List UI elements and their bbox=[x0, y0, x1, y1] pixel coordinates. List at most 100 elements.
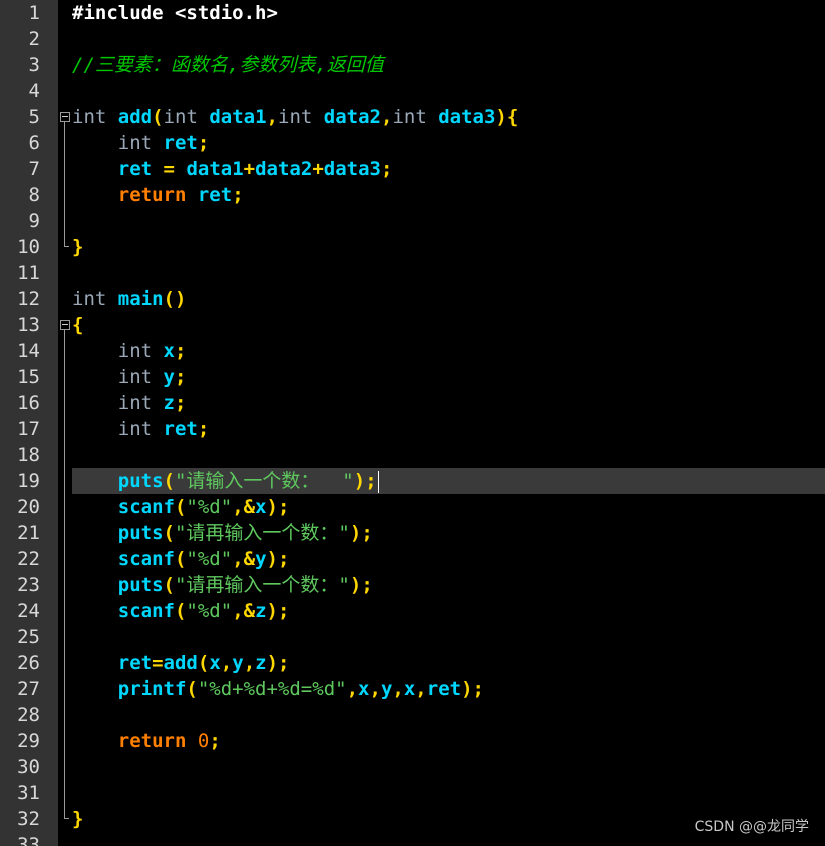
code-text[interactable] bbox=[72, 442, 825, 468]
code-lines[interactable]: 1 #include <stdio.h> 2 3//三要素：函数名,参数列表,返回值 4… bbox=[0, 0, 825, 846]
code-text[interactable] bbox=[72, 208, 825, 234]
fold-marker bbox=[58, 494, 72, 520]
line-number: 30 bbox=[17, 756, 40, 778]
fold-marker[interactable] bbox=[58, 104, 72, 130]
code-line[interactable]: 14 int x; bbox=[0, 338, 825, 364]
code-text[interactable]: return ret; bbox=[72, 182, 825, 208]
code-text[interactable]: int ret; bbox=[72, 416, 825, 442]
code-text[interactable]: int main() bbox=[72, 286, 825, 312]
code-line[interactable]: 6 int ret; bbox=[0, 130, 825, 156]
code-text[interactable]: scanf("%d",&z); bbox=[72, 598, 825, 624]
code-line[interactable]: 15 int y; bbox=[0, 364, 825, 390]
code-line[interactable]: 2 bbox=[0, 26, 825, 52]
code-line[interactable]: 26 ret=add(x,y,z); bbox=[0, 650, 825, 676]
code-text[interactable]: } bbox=[72, 234, 825, 260]
token-sp bbox=[72, 418, 118, 440]
code-line[interactable]: 10} bbox=[0, 234, 825, 260]
code-text[interactable]: { bbox=[72, 312, 825, 338]
code-line[interactable]: 11 bbox=[0, 260, 825, 286]
code-text[interactable] bbox=[72, 754, 825, 780]
code-line[interactable]: 5 int add(int data1,int data2,int data3){ bbox=[0, 104, 825, 130]
code-text[interactable]: puts("请输入一个数： "); bbox=[72, 468, 825, 494]
token-punc: = bbox=[152, 652, 164, 674]
line-number: 13 bbox=[17, 314, 40, 336]
code-line[interactable]: 21 puts("请再输入一个数："); bbox=[0, 520, 825, 546]
code-text[interactable]: //三要素：函数名,参数列表,返回值 bbox=[72, 52, 825, 78]
code-line[interactable]: 9 bbox=[0, 208, 825, 234]
code-line[interactable]: 28 bbox=[0, 702, 825, 728]
code-line[interactable]: 22 scanf("%d",&y); bbox=[0, 546, 825, 572]
code-text[interactable]: puts("请再输入一个数："); bbox=[72, 520, 825, 546]
fold-guide-line bbox=[64, 208, 65, 234]
code-line[interactable]: 4 bbox=[0, 78, 825, 104]
code-line[interactable]: 25 bbox=[0, 624, 825, 650]
fold-guide-line bbox=[64, 156, 65, 182]
token-sp bbox=[106, 288, 117, 310]
code-line[interactable]: 7 ret = data1+data2+data3; bbox=[0, 156, 825, 182]
collapse-icon[interactable] bbox=[60, 320, 70, 330]
code-text[interactable]: scanf("%d",&y); bbox=[72, 546, 825, 572]
code-line[interactable]: 17 int ret; bbox=[0, 416, 825, 442]
code-text[interactable] bbox=[72, 780, 825, 806]
code-text[interactable] bbox=[72, 78, 825, 104]
code-line[interactable]: 23 puts("请再输入一个数："); bbox=[0, 572, 825, 598]
code-text[interactable]: puts("请再输入一个数："); bbox=[72, 572, 825, 598]
line-number: 16 bbox=[17, 392, 40, 414]
fold-marker bbox=[58, 234, 72, 260]
token-str: "%d+%d+%d=%d" bbox=[197, 678, 347, 700]
code-text[interactable]: ret = data1+data2+data3; bbox=[72, 156, 825, 182]
code-line[interactable]: 1 #include <stdio.h> bbox=[0, 0, 825, 26]
code-line[interactable]: 18 bbox=[0, 442, 825, 468]
code-text[interactable] bbox=[72, 624, 825, 650]
token-punc: ( bbox=[152, 106, 164, 128]
code-text[interactable]: return 0; bbox=[72, 728, 825, 754]
code-text[interactable]: int z; bbox=[72, 390, 825, 416]
code-line[interactable]: 16 int z; bbox=[0, 390, 825, 416]
fold-marker bbox=[58, 546, 72, 572]
line-number: 5 bbox=[28, 106, 40, 128]
code-line[interactable]: 3 //三要素：函数名,参数列表,返回值 bbox=[0, 52, 825, 78]
token-id: main bbox=[117, 288, 164, 310]
line-number: 15 bbox=[17, 366, 40, 388]
line-number: 6 bbox=[28, 132, 40, 154]
code-line[interactable]: 19 puts("请输入一个数： "); bbox=[0, 468, 825, 494]
token-punc: ( bbox=[186, 678, 198, 700]
code-line[interactable]: 30 bbox=[0, 754, 825, 780]
code-line[interactable]: 29 return 0; bbox=[0, 728, 825, 754]
code-line[interactable]: 12 int main() bbox=[0, 286, 825, 312]
token-str: "请再输入一个数：" bbox=[174, 574, 350, 596]
code-text[interactable] bbox=[72, 260, 825, 286]
code-line[interactable]: 8 return ret; bbox=[0, 182, 825, 208]
collapse-icon[interactable] bbox=[60, 112, 70, 122]
code-text[interactable] bbox=[72, 26, 825, 52]
token-sp bbox=[427, 106, 438, 128]
token-sp bbox=[72, 470, 118, 492]
code-text[interactable]: printf("%d+%d+%d=%d",x,y,x,ret); bbox=[72, 676, 825, 702]
token-type: int bbox=[163, 106, 198, 128]
code-text[interactable]: int add(int data1,int data2,int data3){ bbox=[72, 104, 825, 130]
token-punc: ); bbox=[353, 470, 377, 492]
token-punc: } bbox=[72, 808, 84, 830]
token-punc: } bbox=[72, 236, 84, 258]
line-number: 24 bbox=[17, 600, 40, 622]
line-number: 32 bbox=[17, 808, 40, 830]
token-sp bbox=[198, 106, 209, 128]
line-number: 22 bbox=[17, 548, 40, 570]
code-text[interactable]: int x; bbox=[72, 338, 825, 364]
code-editor[interactable]: 1 #include <stdio.h> 2 3//三要素：函数名,参数列表,返回值 4… bbox=[0, 0, 825, 846]
code-text[interactable]: int y; bbox=[72, 364, 825, 390]
code-line[interactable]: 24 scanf("%d",&z); bbox=[0, 598, 825, 624]
code-line[interactable]: 27 printf("%d+%d+%d=%d",x,y,x,ret); bbox=[0, 676, 825, 702]
code-line[interactable]: 13 { bbox=[0, 312, 825, 338]
line-number: 10 bbox=[17, 236, 40, 258]
code-text[interactable]: #include <stdio.h> bbox=[72, 0, 825, 26]
code-text[interactable] bbox=[72, 702, 825, 728]
code-text[interactable]: int ret; bbox=[72, 130, 825, 156]
fold-marker[interactable] bbox=[58, 312, 72, 338]
code-line[interactable]: 31 bbox=[0, 780, 825, 806]
code-line[interactable]: 20 scanf("%d",&x); bbox=[0, 494, 825, 520]
code-text[interactable]: ret=add(x,y,z); bbox=[72, 650, 825, 676]
fold-guide-line bbox=[64, 520, 65, 546]
token-punc: ; bbox=[380, 158, 393, 180]
code-text[interactable]: scanf("%d",&x); bbox=[72, 494, 825, 520]
